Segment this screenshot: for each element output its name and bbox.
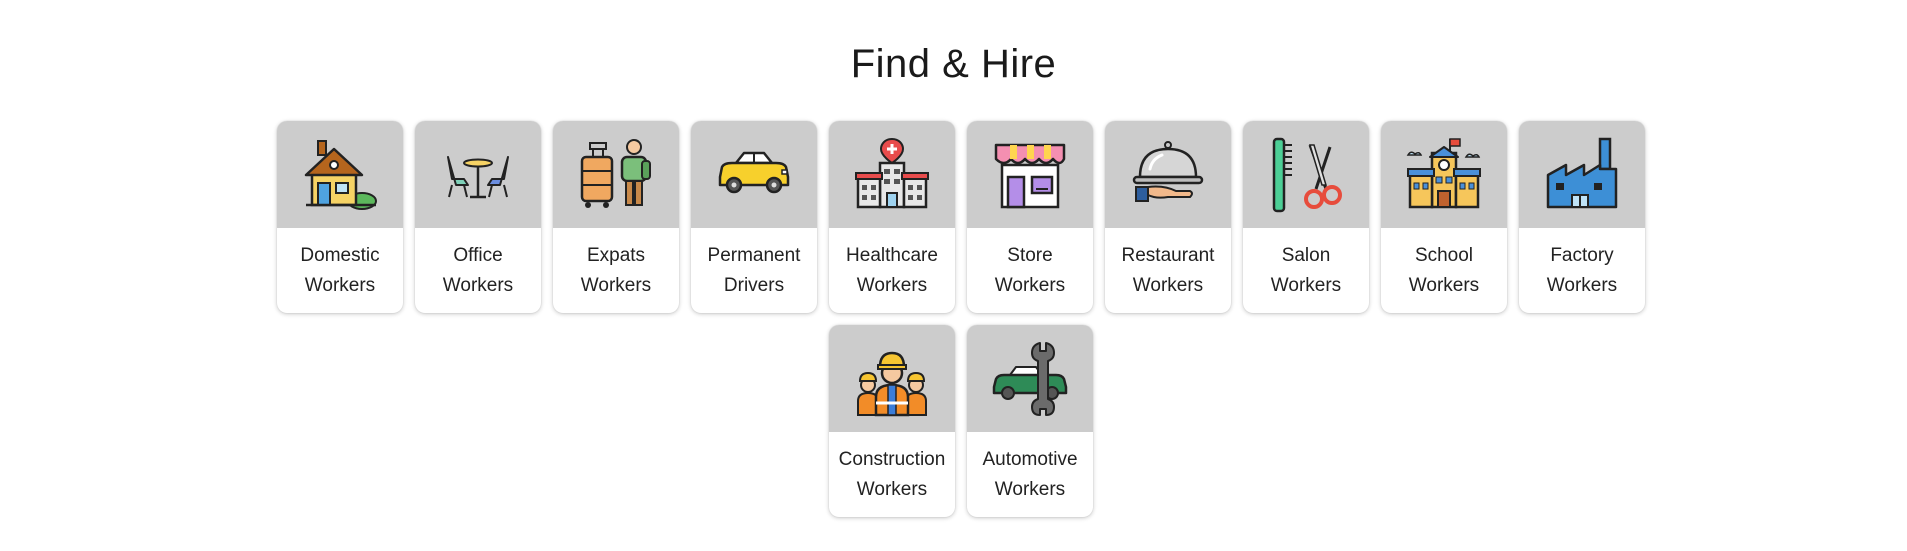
card-label-line2: Workers xyxy=(1546,274,1618,296)
card-label: Store Workers xyxy=(967,228,1093,313)
category-card-school-workers[interactable]: School Workers xyxy=(1381,121,1507,313)
category-grid: Domestic Workers Office Workers Expats W… xyxy=(276,121,1646,517)
category-card-construction-workers[interactable]: Construction Workers xyxy=(829,325,955,517)
card-label-line2: Workers xyxy=(442,274,514,296)
factory-icon xyxy=(1546,137,1618,208)
car-icon xyxy=(718,151,790,193)
card-label: Automotive Workers xyxy=(967,432,1093,517)
card-label: Factory Workers xyxy=(1519,228,1645,313)
card-label-line2: Workers xyxy=(856,478,928,500)
card-label: School Workers xyxy=(1381,228,1507,313)
school-building-icon xyxy=(1406,137,1481,208)
card-label-line2: Workers xyxy=(304,274,376,296)
card-label-line1: Permanent xyxy=(707,244,801,266)
serving-cloche-icon xyxy=(1132,140,1204,202)
page-title: Find & Hire xyxy=(850,42,1057,86)
card-label-line2: Workers xyxy=(580,274,652,296)
category-card-domestic-workers[interactable]: Domestic Workers xyxy=(277,121,403,313)
card-label-line2: Workers xyxy=(994,274,1066,296)
construction-workers-icon xyxy=(857,351,927,416)
card-label-line1: Construction xyxy=(838,448,946,470)
card-label-line2: Drivers xyxy=(723,274,785,296)
card-thumbnail xyxy=(829,121,955,228)
card-label-line1: Restaurant xyxy=(1121,244,1215,266)
category-card-restaurant-workers[interactable]: Restaurant Workers xyxy=(1105,121,1231,313)
card-label-line1: School xyxy=(1414,244,1474,266)
category-card-office-workers[interactable]: Office Workers xyxy=(415,121,541,313)
card-thumbnail xyxy=(967,121,1093,228)
card-label-line1: Expats xyxy=(586,244,646,266)
hospital-icon xyxy=(855,137,929,208)
comb-scissors-icon xyxy=(1272,137,1342,212)
storefront-icon xyxy=(994,143,1066,208)
card-thumbnail xyxy=(1519,121,1645,228)
card-label-line1: Domestic xyxy=(300,244,380,266)
car-wrench-icon xyxy=(992,341,1068,416)
card-thumbnail xyxy=(415,121,541,228)
category-card-salon-workers[interactable]: Salon Workers xyxy=(1243,121,1369,313)
card-label-line1: Store xyxy=(1007,244,1053,266)
card-thumbnail xyxy=(553,121,679,228)
card-label-line2: Workers xyxy=(1270,274,1342,296)
card-thumbnail xyxy=(1381,121,1507,228)
card-label-line2: Workers xyxy=(856,274,928,296)
card-label-line1: Automotive xyxy=(982,448,1078,470)
house-icon xyxy=(304,139,377,210)
card-label-line2: Workers xyxy=(994,478,1066,500)
card-thumbnail xyxy=(829,325,955,432)
office-table-chairs-icon xyxy=(447,155,509,198)
card-label-line1: Healthcare xyxy=(846,244,938,266)
card-label: Expats Workers xyxy=(553,228,679,313)
traveler-luggage-icon xyxy=(580,138,651,208)
category-card-healthcare-workers[interactable]: Healthcare Workers xyxy=(829,121,955,313)
category-card-automotive-workers[interactable]: Automotive Workers xyxy=(967,325,1093,517)
find-hire-page: Find & Hire Domestic Workers Office Work… xyxy=(0,0,1907,551)
card-label-line1: Office xyxy=(453,244,503,266)
card-label-line1: Factory xyxy=(1550,244,1614,266)
card-thumbnail xyxy=(967,325,1093,432)
card-label: Domestic Workers xyxy=(277,228,403,313)
card-label-line2: Workers xyxy=(1408,274,1480,296)
card-thumbnail xyxy=(277,121,403,228)
card-thumbnail xyxy=(1105,121,1231,228)
category-card-factory-workers[interactable]: Factory Workers xyxy=(1519,121,1645,313)
card-label: Construction Workers xyxy=(829,432,955,517)
card-label: Healthcare Workers xyxy=(829,228,955,313)
category-card-permanent-drivers[interactable]: Permanent Drivers xyxy=(691,121,817,313)
card-label-line2: Workers xyxy=(1132,274,1204,296)
card-thumbnail xyxy=(1243,121,1369,228)
card-thumbnail xyxy=(691,121,817,228)
card-label: Permanent Drivers xyxy=(691,228,817,313)
card-label-line1: Salon xyxy=(1281,244,1331,266)
category-card-store-workers[interactable]: Store Workers xyxy=(967,121,1093,313)
card-label: Salon Workers xyxy=(1243,228,1369,313)
card-label: Office Workers xyxy=(415,228,541,313)
category-card-expats-workers[interactable]: Expats Workers xyxy=(553,121,679,313)
card-label: Restaurant Workers xyxy=(1105,228,1231,313)
